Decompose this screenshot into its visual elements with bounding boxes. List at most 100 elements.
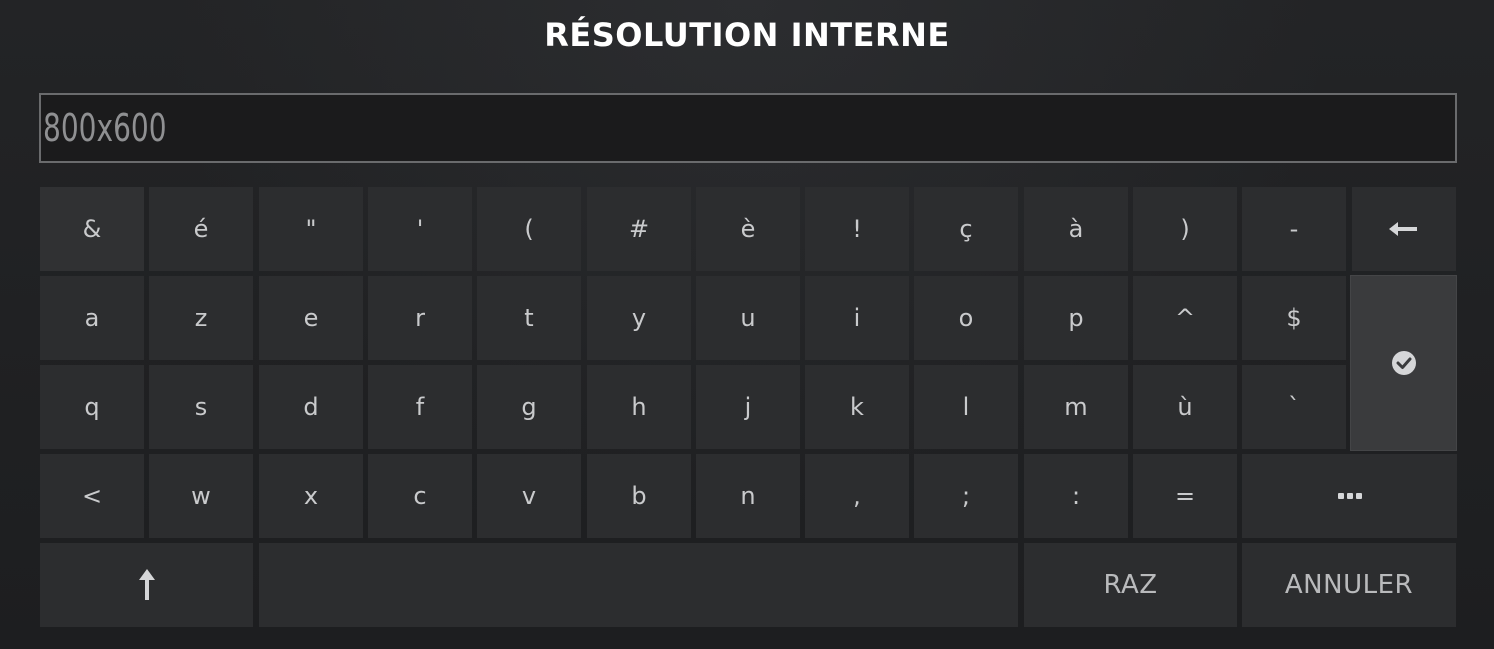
key-row2-5[interactable]: y: [587, 276, 691, 360]
key-label: y: [631, 304, 647, 332]
key-row2-9[interactable]: p: [1024, 276, 1128, 360]
key-row1-3[interactable]: ': [368, 187, 472, 271]
key-label: b: [631, 482, 647, 510]
key-label: =: [1174, 482, 1196, 510]
space-key[interactable]: [259, 543, 1018, 627]
key-label: x: [303, 482, 319, 510]
key-label: ;: [961, 482, 971, 510]
key-row1-5[interactable]: #: [587, 187, 691, 271]
key-row4-9[interactable]: :: [1024, 454, 1128, 538]
key-row1-9[interactable]: à: [1024, 187, 1128, 271]
key-label: p: [1068, 304, 1084, 332]
key-label: z: [194, 304, 208, 332]
key-row1-6[interactable]: è: [696, 187, 800, 271]
key-label: j: [744, 393, 752, 421]
key-row2-2[interactable]: e: [259, 276, 363, 360]
confirm-key[interactable]: [1350, 275, 1457, 451]
key-row2-0[interactable]: a: [40, 276, 144, 360]
key-row4-4[interactable]: v: [477, 454, 581, 538]
key-label: v: [521, 482, 537, 510]
key-label: &: [82, 215, 102, 243]
key-label: n: [740, 482, 756, 510]
key-row4-6[interactable]: n: [696, 454, 800, 538]
key-row3-9[interactable]: m: [1024, 365, 1128, 449]
key-label: h: [631, 393, 647, 421]
key-row1-8[interactable]: ç: [914, 187, 1018, 271]
key-row2-10[interactable]: ^: [1133, 276, 1237, 360]
dialog-title: RÉSOLUTION INTERNE: [544, 16, 950, 54]
key-row3-7[interactable]: k: [805, 365, 909, 449]
key-row4-1[interactable]: w: [149, 454, 253, 538]
key-label: #: [628, 215, 650, 243]
keyboard-dialog: RÉSOLUTION INTERNE 800x600 & é " ' ( # è! ç à) - a…: [0, 0, 1494, 649]
key-label: ): [1180, 215, 1190, 243]
key-label: ^: [1174, 304, 1196, 332]
key-row2-6[interactable]: u: [696, 276, 800, 360]
key-label: l: [962, 393, 970, 421]
key-label: RAZ: [1103, 570, 1158, 600]
key-row3-5[interactable]: h: [587, 365, 691, 449]
key-row2-1[interactable]: z: [149, 276, 253, 360]
key-row2-4[interactable]: t: [477, 276, 581, 360]
key-row3-6[interactable]: j: [696, 365, 800, 449]
key-row4-7[interactable]: ,: [805, 454, 909, 538]
key-label: d: [303, 393, 319, 421]
key-label: c: [413, 482, 427, 510]
key-row2-3[interactable]: r: [368, 276, 472, 360]
key-row3-4[interactable]: g: [477, 365, 581, 449]
key-row3-11[interactable]: `: [1242, 365, 1346, 449]
key-label: m: [1064, 393, 1088, 421]
backspace-key[interactable]: [1352, 187, 1456, 271]
key-row3-1[interactable]: s: [149, 365, 253, 449]
key-label: !: [852, 215, 862, 243]
key-label: ANNULER: [1284, 570, 1414, 600]
shift-key[interactable]: [40, 543, 253, 627]
key-label: w: [191, 482, 211, 510]
key-label: u: [740, 304, 756, 332]
key-label: ç: [959, 215, 973, 243]
more-symbols-key[interactable]: [1242, 454, 1457, 538]
key-row3-8[interactable]: l: [914, 365, 1018, 449]
key-label: à: [1068, 215, 1084, 243]
key-row4-5[interactable]: b: [587, 454, 691, 538]
key-label: f: [415, 393, 425, 421]
key-label: ": [305, 215, 317, 243]
key-label: s: [194, 393, 208, 421]
key-row3-0[interactable]: q: [40, 365, 144, 449]
shift-up-arrow-icon: [138, 569, 156, 601]
key-label: a: [84, 304, 100, 332]
reset-button[interactable]: RAZ: [1024, 543, 1237, 627]
key-row3-10[interactable]: ù: [1133, 365, 1237, 449]
key-row4-0[interactable]: <: [40, 454, 144, 538]
key-row1-7[interactable]: !: [805, 187, 909, 271]
key-row1-1[interactable]: é: [149, 187, 253, 271]
key-row4-8[interactable]: ;: [914, 454, 1018, 538]
backspace-arrow-icon: [1389, 221, 1419, 237]
key-label: t: [524, 304, 534, 332]
key-label: -: [1289, 215, 1299, 243]
cancel-button[interactable]: ANNULER: [1242, 543, 1456, 627]
key-label: :: [1071, 482, 1081, 510]
key-row4-3[interactable]: c: [368, 454, 472, 538]
key-row1-4[interactable]: (: [477, 187, 581, 271]
key-row1-11[interactable]: -: [1242, 187, 1346, 271]
key-label: `: [1288, 393, 1300, 421]
key-row2-11[interactable]: $: [1242, 276, 1346, 360]
key-label: o: [958, 304, 974, 332]
key-row3-2[interactable]: d: [259, 365, 363, 449]
key-label: k: [850, 393, 864, 421]
key-label: i: [853, 304, 861, 332]
key-row1-0[interactable]: &: [40, 187, 144, 271]
key-row4-2[interactable]: x: [259, 454, 363, 538]
key-row1-2[interactable]: ": [259, 187, 363, 271]
check-circle-icon: [1391, 350, 1417, 376]
text-input-field[interactable]: 800x600: [39, 93, 1457, 163]
key-label: q: [84, 393, 100, 421]
key-row4-10[interactable]: =: [1133, 454, 1237, 538]
key-row3-3[interactable]: f: [368, 365, 472, 449]
key-label: è: [740, 215, 756, 243]
key-row2-8[interactable]: o: [914, 276, 1018, 360]
key-row1-10[interactable]: ): [1133, 187, 1237, 271]
key-row2-7[interactable]: i: [805, 276, 909, 360]
key-label: r: [415, 304, 425, 332]
